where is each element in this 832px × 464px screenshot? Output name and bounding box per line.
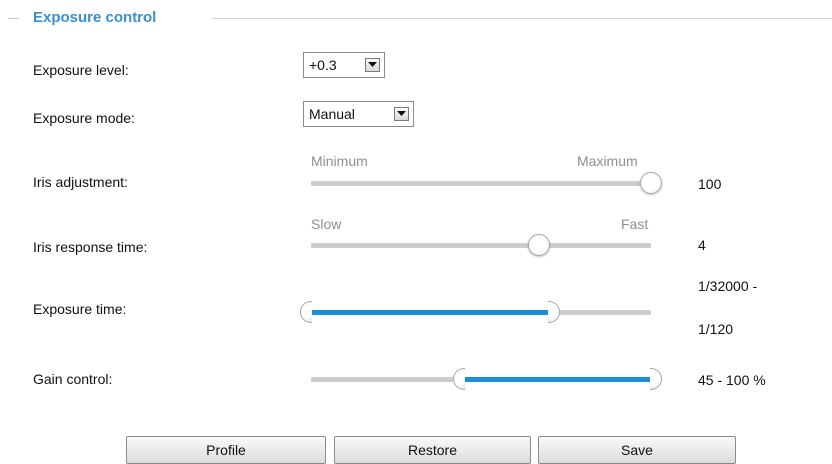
section-title: Exposure control [33, 9, 157, 26]
iris-response-thumb[interactable] [527, 234, 550, 256]
gain-control-max-handle[interactable] [650, 368, 662, 390]
iris-response-min-label: Slow [311, 216, 342, 232]
exposure-time-range-fill [311, 310, 549, 315]
save-button[interactable]: Save [538, 436, 736, 464]
chevron-down-icon[interactable] [394, 107, 409, 121]
exposure-time-slider[interactable] [300, 301, 651, 323]
gain-control-label: Gain control: [33, 371, 113, 387]
iris-response-track[interactable] [311, 243, 651, 248]
section-header-rule [212, 18, 832, 19]
iris-response-label: Iris response time: [33, 239, 148, 255]
iris-adjustment-label: Iris adjustment: [33, 174, 128, 190]
iris-adjustment-thumb[interactable] [640, 172, 662, 194]
chevron-down-icon[interactable] [365, 58, 380, 72]
gain-control-value: 45 - 100 % [698, 372, 766, 388]
iris-adjustment-max-label: Maximum [577, 153, 638, 169]
iris-adjustment-min-label: Minimum [311, 153, 368, 169]
gain-control-slider[interactable] [311, 368, 662, 390]
exposure-level-label: Exposure level: [33, 62, 129, 78]
exposure-level-value: +0.3 [309, 57, 337, 73]
gain-control-range-fill [464, 377, 651, 382]
exposure-time-value-end: 1/120 [698, 321, 734, 337]
exposure-time-min-handle[interactable] [300, 301, 312, 323]
exposure-mode-value: Manual [309, 106, 355, 122]
iris-adjustment-slider[interactable] [311, 172, 662, 194]
iris-response-slider[interactable] [311, 234, 651, 256]
iris-adjustment-track[interactable] [311, 181, 651, 186]
exposure-time-label: Exposure time: [33, 301, 127, 317]
section-header-dash [8, 18, 19, 19]
exposure-time-value-start: 1/32000 - [698, 278, 758, 294]
iris-adjustment-value: 100 [698, 176, 722, 192]
exposure-mode-select[interactable]: Manual [303, 101, 414, 127]
exposure-level-select[interactable]: +0.3 [303, 52, 385, 78]
profile-button[interactable]: Profile [126, 436, 326, 464]
iris-response-max-label: Fast [621, 216, 649, 232]
gain-control-min-handle[interactable] [453, 368, 465, 390]
exposure-time-max-handle[interactable] [548, 301, 560, 323]
iris-response-value: 4 [698, 237, 706, 253]
exposure-mode-label: Exposure mode: [33, 110, 135, 126]
restore-button[interactable]: Restore [334, 436, 531, 464]
